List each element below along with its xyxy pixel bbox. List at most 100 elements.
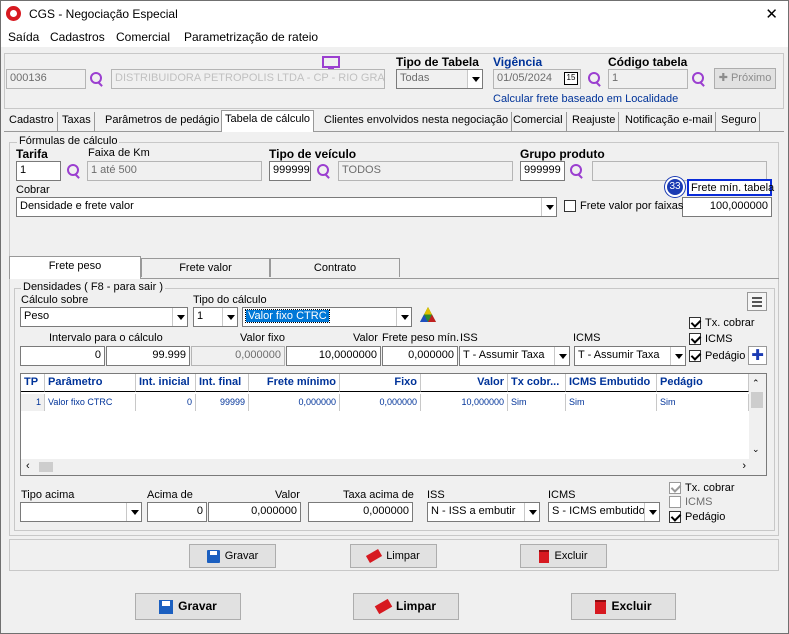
col-int-final[interactable]: Int. final — [196, 374, 249, 392]
search-grupo-icon[interactable] — [569, 163, 585, 179]
menu-comercial[interactable]: Comercial — [116, 30, 170, 44]
col-tp[interactable]: TP — [21, 374, 45, 392]
menu-parametrizacao-rateio[interactable]: Parametrização de rateio — [184, 30, 318, 44]
tab-tabela-calculo[interactable]: Tabela de cálculo — [221, 110, 315, 132]
col-valor[interactable]: Valor — [421, 374, 508, 392]
horizontal-scrollbar[interactable]: ‹ › — [21, 459, 766, 475]
triangle-colors-icon[interactable] — [419, 306, 437, 323]
client-code-field[interactable]: 000136 — [6, 69, 86, 89]
limpar-button[interactable]: Limpar — [353, 593, 459, 620]
codigo-tabela-field[interactable]: 1 — [608, 69, 688, 89]
subtab-frete-valor[interactable]: Frete valor — [141, 258, 270, 277]
eraser-icon — [366, 549, 383, 564]
acima-icms-checkbox[interactable] — [669, 496, 681, 508]
cell-parametro: Valor fixo CTRC — [45, 394, 136, 411]
col-fixo[interactable]: Fixo — [340, 374, 421, 392]
tipo-veiculo-name-field: TODOS — [338, 161, 513, 181]
formulas-group-label: Fórmulas de cálculo — [17, 135, 120, 147]
tab-taxas[interactable]: Taxas — [59, 112, 95, 131]
iss-select[interactable]: T - Assumir Taxa — [459, 346, 570, 366]
tx-cobrar-checkbox[interactable] — [689, 317, 701, 329]
icms-checkbox[interactable] — [689, 333, 701, 345]
search-client-icon[interactable] — [89, 71, 105, 87]
acima-pedagio-checkbox[interactable] — [669, 511, 681, 523]
add-icon[interactable]: ✚ — [748, 346, 767, 365]
frete-peso-min-field[interactable]: 0,000000 — [382, 346, 458, 366]
tipo-acima-label: Tipo acima — [21, 489, 75, 501]
gravar-button[interactable]: Gravar — [135, 593, 241, 620]
grupo-produto-label: Grupo produto — [520, 147, 605, 161]
acima-icms-select[interactable]: S - ICMS embutido — [548, 502, 660, 522]
tarifa-field[interactable]: 1 — [16, 161, 61, 181]
search-vigencia-icon[interactable] — [587, 71, 603, 87]
inner-gravar-button[interactable]: Gravar — [189, 544, 276, 568]
valor-label: Valor — [353, 332, 378, 344]
acima-de-label: Acima de — [147, 489, 193, 501]
config-list-icon[interactable] — [747, 292, 767, 311]
acima-tx-cobrar-checkbox[interactable] — [669, 482, 681, 494]
vigencia-label: Vigência — [493, 55, 543, 69]
col-int-inicial[interactable]: Int. inicial — [136, 374, 196, 392]
tarifa-label: Tarifa — [16, 147, 48, 161]
col-frete-minimo[interactable]: Frete mínimo — [249, 374, 340, 392]
taxa-acima-field[interactable]: 0,000000 — [308, 502, 413, 522]
tipo-tabela-select[interactable]: Todas — [396, 69, 483, 89]
calcular-link[interactable]: Calcular frete baseado em Localidade — [493, 93, 678, 105]
icms-select[interactable]: T - Assumir Taxa — [574, 346, 686, 366]
faixa-km-field: 1 até 500 — [87, 161, 262, 181]
acima-pedagio-label: Pedágio — [685, 511, 726, 523]
inner-excluir-button[interactable]: Excluir — [520, 544, 607, 568]
close-icon[interactable]: ✕ — [765, 5, 778, 23]
tab-seguro[interactable]: Seguro — [718, 112, 761, 131]
tab-parametros-pedagio[interactable]: Parâmetros de pedágio — [102, 112, 224, 131]
frete-peso-min-label: Frete peso mín. — [382, 332, 460, 344]
tab-cadastro[interactable]: Cadastro — [6, 112, 58, 131]
calendar-icon[interactable]: 15 — [564, 72, 578, 85]
intervalo-fim-field[interactable]: 99.999 — [106, 346, 190, 366]
cobrar-select[interactable]: Densidade e frete valor — [16, 197, 557, 217]
col-pedagio[interactable]: Pedágio — [657, 374, 749, 392]
tab-comercial[interactable]: Comercial — [510, 112, 567, 131]
tab-clientes-envolvidos[interactable]: Clientes envolvidos nesta negociação — [321, 112, 513, 131]
inner-limpar-button[interactable]: Limpar — [350, 544, 437, 568]
col-icms-embutido[interactable]: ICMS Embutido — [566, 374, 657, 392]
trash-icon — [539, 549, 550, 563]
frete-min-tabela-field[interactable]: 100,000000 — [682, 197, 772, 217]
pedagio-checkbox[interactable] — [689, 350, 701, 362]
valor-field[interactable]: 10,0000000 — [286, 346, 381, 366]
tab-notificacao-email[interactable]: Notificação e-mail — [622, 112, 717, 131]
vigencia-field[interactable]: 01/05/2024 15 — [493, 69, 581, 89]
chevron-up-icon[interactable]: ⌃ — [752, 378, 760, 389]
acima-iss-select[interactable]: N - ISS a embutir — [427, 502, 540, 522]
acima-valor-field[interactable]: 0,000000 — [208, 502, 301, 522]
menu-saida[interactable]: Saída — [8, 30, 39, 44]
col-tx-cobr[interactable]: Tx cobr... — [508, 374, 566, 392]
search-veiculo-icon[interactable] — [316, 163, 332, 179]
tipo-calculo-num-select[interactable]: 1 — [193, 307, 238, 327]
chevron-left-icon[interactable]: ‹ — [26, 460, 30, 472]
iss-label: ISS — [460, 332, 478, 344]
grupo-produto-code-field[interactable]: 999999 — [520, 161, 565, 181]
tipo-acima-select[interactable] — [20, 502, 142, 522]
tipo-calculo-select[interactable]: Valor fixo CTRC — [242, 307, 412, 327]
search-tarifa-icon[interactable] — [66, 163, 82, 179]
acima-de-field[interactable]: 0 — [147, 502, 207, 522]
frete-valor-faixas-checkbox[interactable] — [564, 200, 576, 212]
menu-cadastros[interactable]: Cadastros — [50, 30, 105, 44]
subtab-contrato[interactable]: Contrato — [270, 258, 400, 277]
tipo-veiculo-code-field[interactable]: 999999 — [269, 161, 311, 181]
tipo-veiculo-label: Tipo de veículo — [269, 147, 357, 161]
cell-int-final: 99999 — [196, 394, 249, 411]
proximo-button[interactable]: ✚ Próximo — [714, 68, 776, 89]
vertical-scrollbar[interactable]: ⌃ ⌄ — [749, 374, 766, 460]
chevron-down-icon[interactable]: ⌄ — [752, 444, 760, 455]
densidades-table[interactable]: TP Parâmetro Int. inicial Int. final Fre… — [20, 373, 767, 476]
subtab-frete-peso[interactable]: Frete peso — [9, 256, 141, 279]
excluir-button[interactable]: Excluir — [571, 593, 676, 620]
intervalo-inicio-field[interactable]: 0 — [20, 346, 105, 366]
chevron-right-icon[interactable]: › — [742, 460, 746, 472]
col-parametro[interactable]: Parâmetro — [45, 374, 136, 392]
search-codigo-icon[interactable] — [691, 71, 707, 87]
tab-reajuste[interactable]: Reajuste — [569, 112, 620, 131]
calculo-sobre-select[interactable]: Peso — [20, 307, 188, 327]
